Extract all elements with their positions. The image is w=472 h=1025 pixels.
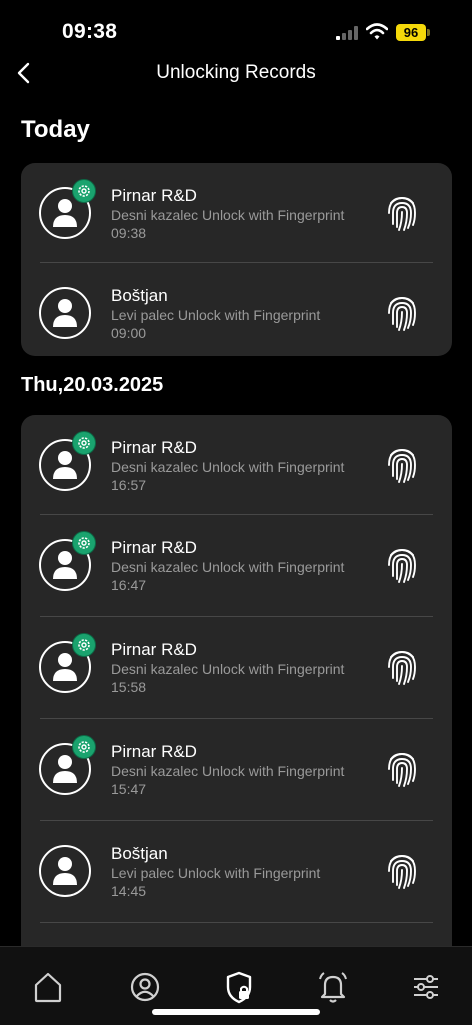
section-title-today: Today xyxy=(21,116,90,143)
avatar xyxy=(39,287,91,339)
record-name: Pirnar R&D xyxy=(111,742,197,761)
record-time: 14:45 xyxy=(111,883,147,899)
nav-header: Unlocking Records xyxy=(0,55,472,95)
tab-home[interactable] xyxy=(28,967,68,1007)
record-time: 09:00 xyxy=(111,325,147,341)
record-description: Desni kazalec Unlock with Fingerprint xyxy=(111,459,345,475)
tab-settings[interactable] xyxy=(406,967,446,1007)
fingerprint-icon xyxy=(388,197,416,231)
fingerprint-icon xyxy=(388,449,416,483)
bell-icon xyxy=(319,972,347,1003)
gear-icon xyxy=(78,185,90,197)
record-row[interactable]: Pirnar R&D Desni kazalec Unlock with Fing… xyxy=(21,163,452,263)
record-time: 15:58 xyxy=(111,679,147,695)
admin-badge xyxy=(72,531,96,555)
admin-badge xyxy=(72,633,96,657)
status-bar: 09:38 96 xyxy=(0,0,472,60)
record-time: 09:38 xyxy=(111,225,147,241)
user-avatar-icon xyxy=(53,299,77,327)
user-avatar-icon xyxy=(53,755,77,783)
fingerprint-icon xyxy=(388,297,416,331)
shield-lock-icon xyxy=(226,971,252,1004)
tab-profile[interactable] xyxy=(125,967,165,1007)
fingerprint-icon xyxy=(388,651,416,685)
record-description: Levi palec Unlock with Fingerprint xyxy=(111,865,321,881)
record-name: Pirnar R&D xyxy=(111,640,197,659)
user-avatar-icon xyxy=(53,551,77,579)
record-time: 16:47 xyxy=(111,577,147,593)
status-time: 09:38 xyxy=(62,20,118,43)
record-description: Desni kazalec Unlock with Fingerprint xyxy=(111,207,345,223)
gear-icon xyxy=(78,437,90,449)
record-description: Levi palec Unlock with Fingerprint xyxy=(111,307,321,323)
page-title: Unlocking Records xyxy=(156,62,316,83)
record-time: 16:57 xyxy=(111,477,147,493)
fingerprint-icon xyxy=(388,855,416,889)
record-name: Boštjan xyxy=(111,286,168,305)
fingerprint-icon xyxy=(388,549,416,583)
gear-icon xyxy=(78,537,90,549)
record-description: Desni kazalec Unlock with Fingerprint xyxy=(111,763,345,779)
record-row[interactable]: Boštjan Levi palec Unlock with Fingerprin… xyxy=(21,263,452,356)
user-avatar-icon xyxy=(53,451,77,479)
records-card-today: Pirnar R&D Desni kazalec Unlock with Fing… xyxy=(21,163,452,356)
admin-badge xyxy=(72,735,96,759)
tab-records[interactable] xyxy=(219,967,259,1007)
home-indicator xyxy=(152,1009,320,1015)
tab-alerts[interactable] xyxy=(313,967,353,1007)
user-avatar-icon xyxy=(53,857,77,885)
admin-badge xyxy=(72,179,96,203)
record-name: Pirnar R&D xyxy=(111,438,197,457)
battery-level: 96 xyxy=(396,24,426,41)
admin-badge xyxy=(72,431,96,455)
record-row[interactable]: Pirnar R&D Desni kazalec Unlock with Fing… xyxy=(21,515,452,617)
record-name: Pirnar R&D xyxy=(111,186,197,205)
cellular-signal-icon xyxy=(336,26,358,40)
section-title-date: Thu,20.03.2025 xyxy=(21,374,164,396)
records-card-date: Pirnar R&D Desni kazalec Unlock with Fing… xyxy=(21,415,452,975)
battery-indicator: 96 xyxy=(396,24,430,41)
record-name: Boštjan xyxy=(111,844,168,863)
gear-icon xyxy=(78,639,90,651)
fingerprint-icon xyxy=(388,753,416,787)
user-avatar-icon xyxy=(53,199,77,227)
record-row[interactable]: Pirnar R&D Desni kazalec Unlock with Fing… xyxy=(21,415,452,515)
gear-icon xyxy=(78,741,90,753)
battery-tip xyxy=(427,29,430,36)
record-time: 15:47 xyxy=(111,781,147,797)
wifi-icon xyxy=(366,23,388,40)
sliders-icon xyxy=(414,975,438,999)
record-row[interactable]: Pirnar R&D Desni kazalec Unlock with Fing… xyxy=(21,617,452,719)
record-description: Desni kazalec Unlock with Fingerprint xyxy=(111,661,345,677)
user-avatar-icon xyxy=(53,653,77,681)
record-row[interactable]: Pirnar R&D Desni kazalec Unlock with Fing… xyxy=(21,719,452,821)
user-circle-icon xyxy=(130,972,160,1002)
record-row[interactable]: Boštjan Levi palec Unlock with Fingerprin… xyxy=(21,821,452,923)
record-name: Pirnar R&D xyxy=(111,538,197,557)
avatar xyxy=(39,845,91,897)
home-icon xyxy=(34,972,62,1003)
record-description: Desni kazalec Unlock with Fingerprint xyxy=(111,559,345,575)
